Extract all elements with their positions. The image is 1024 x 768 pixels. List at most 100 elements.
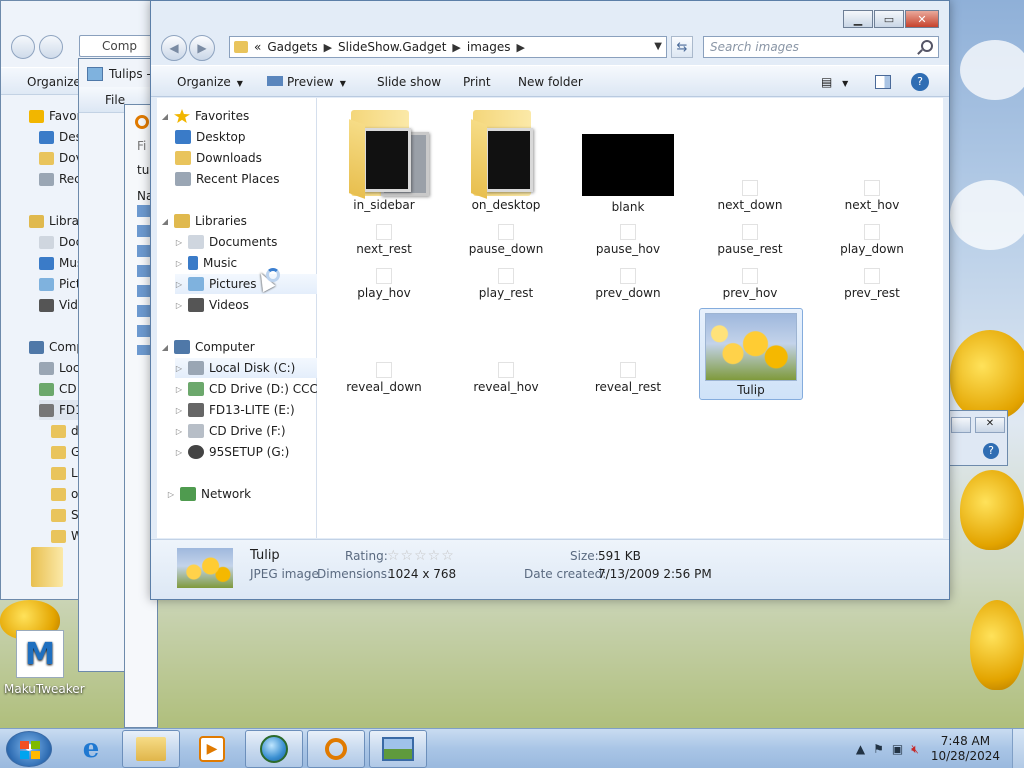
folder-item[interactable]: S — [51, 505, 79, 525]
folder-on-desktop[interactable]: on_desktop — [445, 102, 567, 212]
nav-cd-drive-f[interactable]: ▷ CD Drive (F:) — [175, 421, 330, 441]
nav-favorites[interactable]: ◢ Favorites — [161, 106, 316, 126]
taskbar-app-globe[interactable] — [245, 730, 303, 768]
nav-recent[interactable]: Rec — [39, 169, 81, 189]
file-play-hov[interactable]: play_hov — [323, 268, 445, 300]
file-pause-hov[interactable]: pause_hov — [567, 224, 689, 256]
taskbar-search-app[interactable] — [307, 730, 365, 768]
nav-cd-drive-d[interactable]: ▷ CD Drive (D:) CCCOI — [175, 379, 330, 399]
expand-arrow-icon[interactable]: ◢ — [161, 112, 169, 121]
nav-local-disk[interactable]: ▷ Local Disk (C:) — [175, 358, 330, 378]
back-button[interactable]: ◀ — [161, 35, 187, 61]
preview-pane-icon[interactable] — [875, 75, 891, 89]
breadcrumb-overflow[interactable]: « — [254, 40, 261, 54]
file-blank[interactable]: blank — [567, 104, 689, 214]
nav-desktop[interactable]: Des — [39, 127, 82, 147]
folder-in-sidebar[interactable]: in_sidebar — [323, 102, 445, 212]
filename-field[interactable]: tu — [137, 163, 149, 177]
file-next-down[interactable]: next_down — [689, 180, 811, 212]
close-button[interactable]: ✕ — [975, 417, 1005, 433]
breadcrumb-separator-icon[interactable]: ▶ — [324, 41, 332, 54]
expand-arrow-icon[interactable]: ▷ — [175, 364, 183, 373]
clock[interactable]: 7:48 AM 10/28/2024 — [931, 734, 1000, 764]
nav-computer[interactable]: ◢ Computer — [161, 337, 316, 357]
expand-arrow-icon[interactable]: ▷ — [175, 406, 183, 415]
file-pause-rest[interactable]: pause_rest — [689, 224, 811, 256]
rating-stars[interactable]: ☆☆☆☆☆ — [387, 548, 455, 564]
file-next-rest[interactable]: next_rest — [323, 224, 445, 256]
expand-arrow-icon[interactable]: ▷ — [175, 238, 183, 247]
refresh-button[interactable]: ⇆ — [671, 36, 693, 58]
close-button[interactable]: ✕ — [905, 10, 939, 28]
expand-arrow-icon[interactable]: ▷ — [175, 385, 183, 394]
file-prev-hov[interactable]: prev_hov — [689, 268, 811, 300]
show-hidden-icons-icon[interactable]: ▲ — [856, 742, 865, 757]
file-pause-down[interactable]: pause_down — [445, 224, 567, 256]
nav-pictures[interactable]: Pict — [39, 274, 81, 294]
minimize-button[interactable]: ▁ — [843, 10, 873, 28]
search-input[interactable]: Search images — [703, 36, 939, 58]
breadcrumb-images[interactable]: images — [467, 40, 511, 54]
address-dropdown-icon[interactable]: ▼ — [654, 41, 662, 52]
maximize-button[interactable] — [951, 417, 971, 433]
nav-downloads[interactable]: Downloads — [175, 148, 330, 168]
maximize-button[interactable]: ▭ — [874, 10, 904, 28]
file-reveal-rest[interactable]: reveal_rest — [567, 362, 689, 394]
expand-arrow-icon[interactable]: ▷ — [175, 427, 183, 436]
nav-downloads[interactable]: Dov — [39, 148, 83, 168]
new-folder-button[interactable]: New folder — [518, 75, 583, 89]
file-play-down[interactable]: play_down — [811, 224, 933, 256]
nav-favorites[interactable]: Favor — [29, 106, 82, 126]
file-reveal-down[interactable]: reveal_down — [323, 362, 445, 394]
folder-item[interactable]: d — [51, 421, 79, 441]
nav-pictures[interactable]: ▷ Pictures — [175, 274, 330, 294]
expand-arrow-icon[interactable]: ◢ — [161, 217, 169, 226]
flag-icon[interactable]: ⚑ — [873, 742, 884, 757]
nav-libraries[interactable]: ◢ Libraries — [161, 211, 316, 231]
file-tulip[interactable]: Tulip — [699, 308, 803, 400]
folder-item[interactable]: o — [51, 484, 78, 504]
breadcrumb-slideshow-gadget[interactable]: SlideShow.Gadget — [338, 40, 446, 54]
nav-music[interactable]: ▷ Music — [175, 253, 330, 273]
breadcrumb-gadgets[interactable]: Gadgets — [267, 40, 317, 54]
file-reveal-hov[interactable]: reveal_hov — [445, 362, 567, 394]
nav-cd-drive[interactable]: CD — [39, 379, 77, 399]
help-icon[interactable]: ? — [911, 73, 929, 91]
nav-local-disk[interactable]: Loc — [39, 358, 79, 378]
file-prev-down[interactable]: prev_down — [567, 268, 689, 300]
nav-libraries[interactable]: Libra — [29, 211, 79, 231]
breadcrumb-separator-icon[interactable]: ▶ — [452, 41, 460, 54]
volume-muted-icon[interactable]: 🔇︎ — [911, 742, 919, 757]
slide-show-button[interactable]: Slide show — [377, 75, 441, 89]
nav-documents[interactable]: Doc — [39, 232, 82, 252]
nav-videos[interactable]: ▷ Videos — [175, 295, 330, 315]
search-icon[interactable] — [921, 40, 933, 52]
nav-95setup[interactable]: ▷ 95SETUP (G:) — [175, 442, 330, 462]
expand-arrow-icon[interactable]: ▷ — [175, 280, 183, 289]
expand-arrow-icon[interactable]: ▷ — [175, 259, 183, 268]
preview-button[interactable]: Preview ▼ — [267, 75, 346, 89]
folder-item[interactable]: G — [51, 442, 80, 462]
expand-arrow-icon[interactable]: ▷ — [175, 301, 183, 310]
expand-arrow-icon[interactable]: ▷ — [175, 448, 183, 457]
show-desktop-button[interactable] — [1012, 729, 1024, 768]
nav-desktop[interactable]: Desktop — [175, 127, 330, 147]
file-menu[interactable]: File — [105, 93, 125, 107]
nav-documents[interactable]: ▷ Documents — [175, 232, 330, 252]
taskbar-internet-explorer[interactable]: e — [62, 730, 120, 768]
organize-button[interactable]: Organize ▼ — [177, 75, 243, 89]
network-icon[interactable]: ▣ — [892, 742, 903, 757]
print-button[interactable]: Print — [463, 75, 491, 89]
taskbar-media-player[interactable]: ▶ — [183, 730, 241, 768]
nav-music[interactable]: Mus — [39, 253, 83, 273]
background-small-window[interactable]: ✕ ? — [948, 410, 1008, 466]
nav-fd13-lite[interactable]: ▷ FD13-LITE (E:) — [175, 400, 330, 420]
address-bar[interactable]: « Gadgets ▶ SlideShow.Gadget ▶ images ▶ … — [229, 36, 667, 58]
explorer-window[interactable]: ▁ ▭ ✕ ◀ ▶ « Gadgets ▶ SlideShow.Gadget ▶… — [150, 0, 950, 600]
address-bar[interactable]: Comp — [79, 35, 159, 57]
organize-button[interactable]: Organize — [27, 75, 81, 89]
expand-arrow-icon[interactable]: ▷ — [167, 490, 175, 499]
back-button[interactable] — [11, 35, 35, 59]
nav-network[interactable]: ▷ Network — [167, 484, 322, 504]
file-next-hov[interactable]: next_hov — [811, 180, 933, 212]
